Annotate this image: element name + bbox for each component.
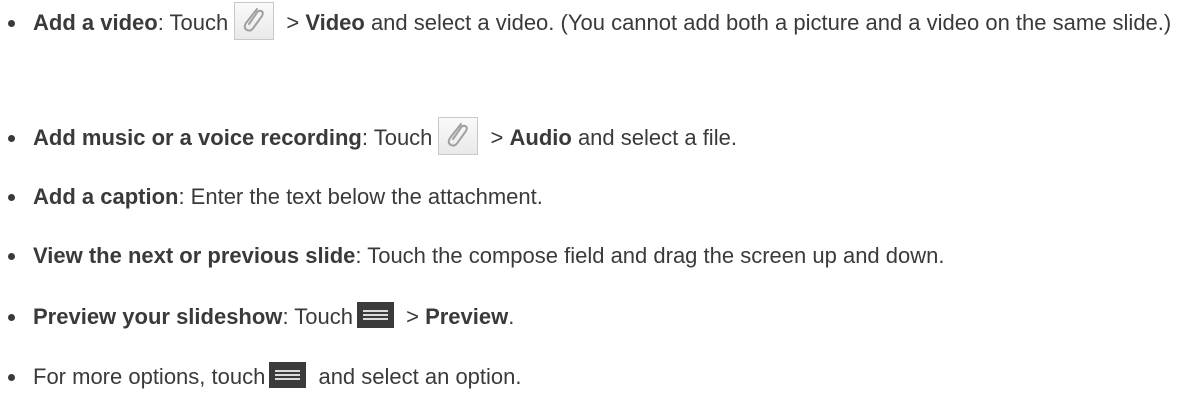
bullet [8, 374, 15, 381]
item-text: Preview your slideshow: Touch > Preview. [33, 302, 515, 329]
bullet [8, 194, 15, 201]
item-heading: Add a video [33, 10, 158, 35]
menu-icon[interactable] [356, 302, 394, 329]
paperclip-icon[interactable] [234, 2, 275, 41]
bullet [8, 135, 15, 142]
item-text: View the next or previous slide: Touch t… [33, 243, 945, 268]
item-text: Add a caption: Enter the text below the … [33, 184, 543, 209]
menu-icon[interactable] [269, 362, 307, 389]
bullet [8, 20, 15, 27]
item-heading: Preview your slideshow [33, 304, 283, 329]
item-heading: Add music or a voice recording [33, 125, 362, 150]
item-heading: View the next or previous slide [33, 243, 356, 268]
bullet [8, 314, 15, 321]
paperclip-icon[interactable] [438, 117, 479, 156]
item-text: For more options, touch and select an op… [33, 362, 522, 389]
item-heading: Add a caption [33, 184, 179, 209]
item-text: Add a video: Touch > Video and select a … [33, 2, 1190, 41]
item-text: Add music or a voice recording: Touch > … [33, 117, 1190, 156]
bullet [8, 253, 15, 260]
